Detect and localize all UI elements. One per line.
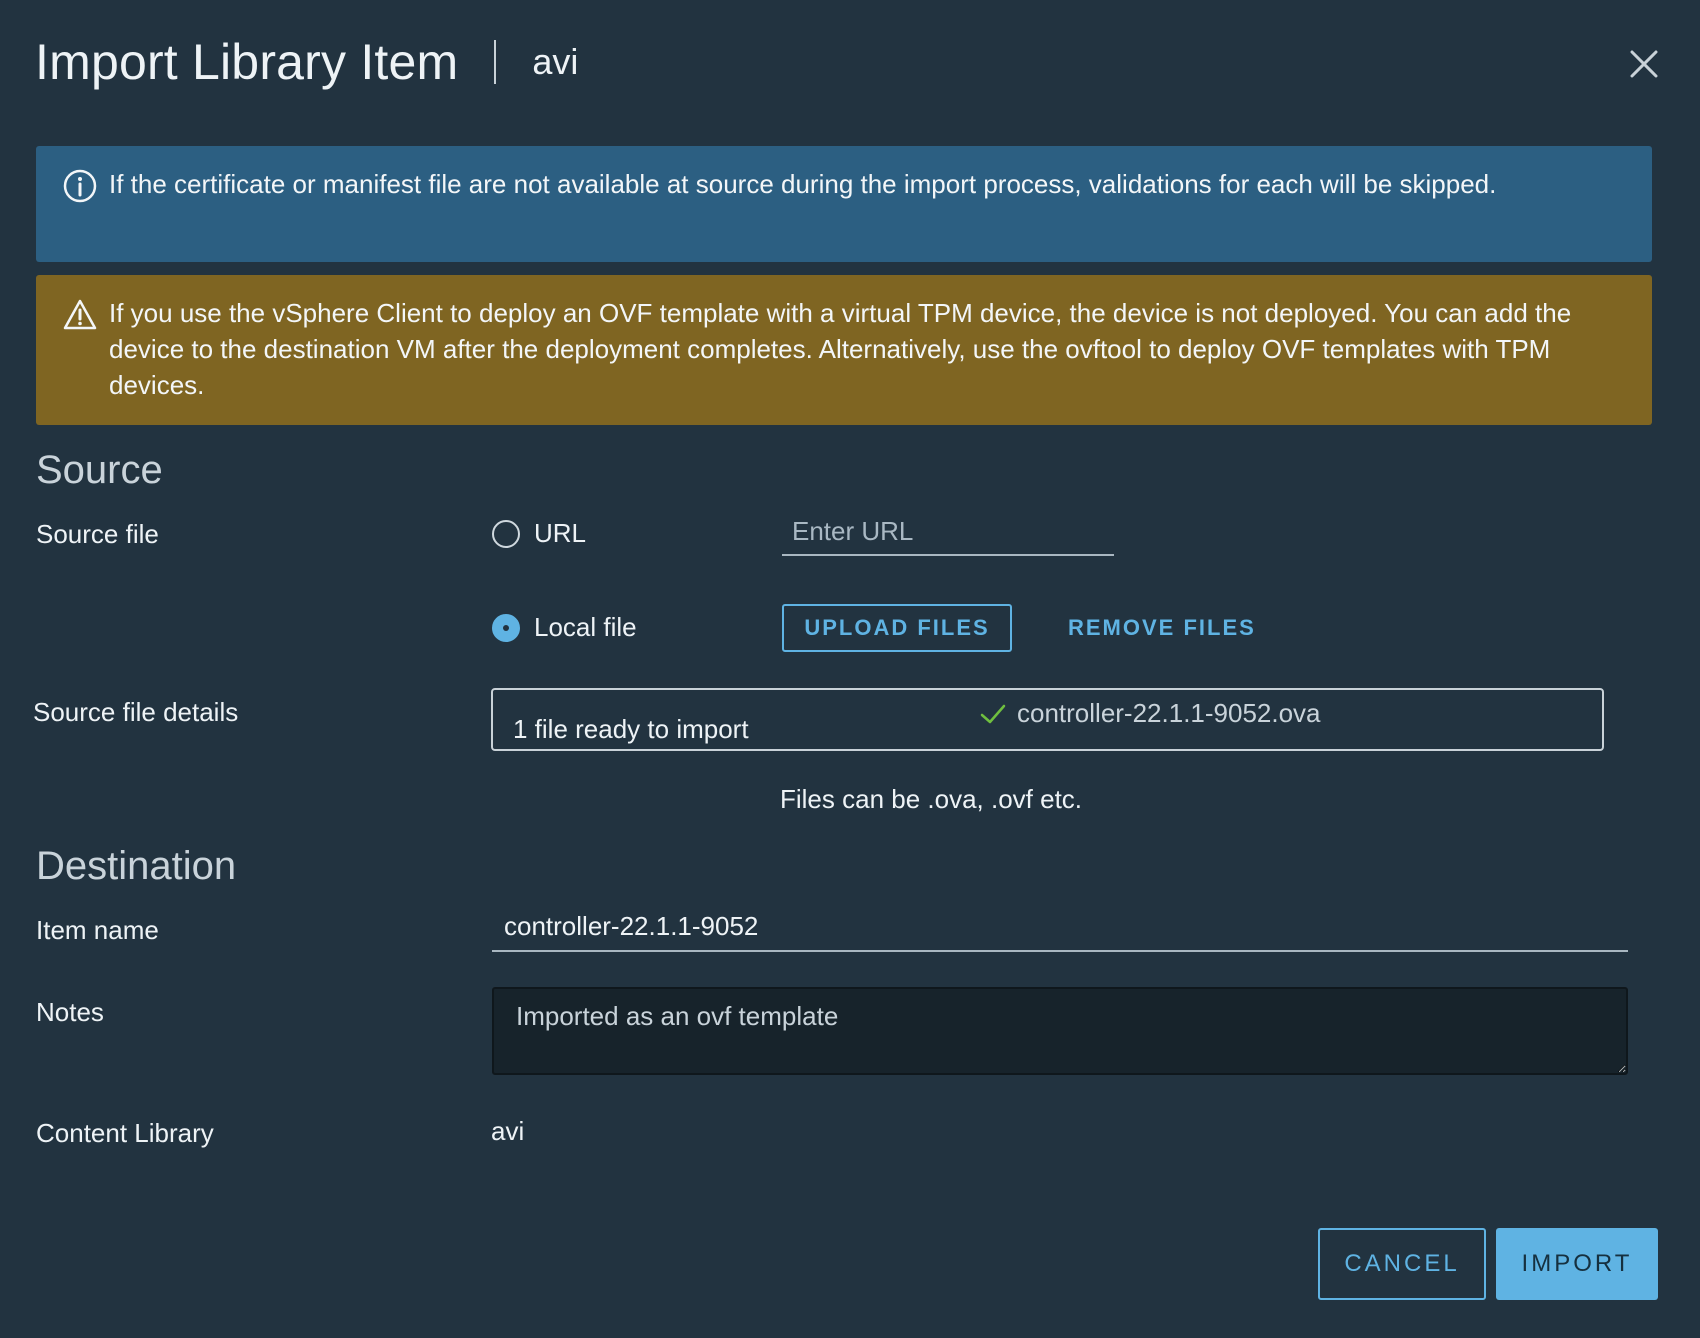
warning-alert: If you use the vSphere Client to deploy … — [36, 275, 1652, 425]
file-name: controller-22.1.1-9052.ova — [1017, 698, 1321, 728]
local-file-radio[interactable] — [492, 613, 520, 642]
warning-alert-text: If you use the vSphere Client to deploy … — [109, 298, 1572, 400]
title-divider — [494, 40, 497, 84]
notes-textarea[interactable]: Imported as an ovf template — [492, 987, 1628, 1075]
local-file-radio-label: Local file — [534, 612, 637, 642]
upload-files-button[interactable]: UPLOAD FILES — [782, 604, 1012, 652]
check-icon — [980, 704, 1006, 723]
source-file-details-label: Source file details — [33, 697, 239, 727]
url-radio-label: URL — [534, 518, 587, 548]
item-name-input[interactable] — [492, 902, 1628, 952]
info-circle-icon — [63, 169, 97, 203]
file-status-text: 1 file ready to import — [513, 714, 749, 744]
info-alert: If the certificate or manifest file are … — [36, 146, 1652, 262]
import-button[interactable]: IMPORT — [1496, 1228, 1658, 1300]
warning-triangle-icon — [63, 299, 97, 330]
info-alert-text: If the certificate or manifest file are … — [109, 169, 1497, 199]
local-file-radio-option[interactable]: Local file — [492, 612, 637, 643]
url-radio-option[interactable]: URL — [492, 518, 586, 549]
file-list-item: controller-22.1.1-9052.ova — [979, 698, 1321, 729]
file-type-hint: Files can be .ova, .ovf etc. — [780, 784, 1083, 814]
cancel-button[interactable]: CANCEL — [1318, 1228, 1486, 1300]
notes-label: Notes — [36, 997, 104, 1027]
url-radio[interactable] — [492, 519, 520, 548]
dialog-subtitle: avi — [532, 41, 579, 82]
source-section-title: Source — [36, 448, 163, 492]
import-library-item-dialog: Import Library Item avi If the certifica… — [0, 0, 1700, 1338]
url-input[interactable] — [782, 508, 1114, 556]
dialog-header: Import Library Item avi — [35, 22, 578, 102]
close-button[interactable] — [1624, 44, 1664, 84]
content-library-label: Content Library — [36, 1118, 214, 1148]
source-file-details-box: 1 file ready to import controller-22.1.1… — [491, 688, 1604, 751]
remove-files-button[interactable]: REMOVE FILES — [1056, 604, 1268, 652]
destination-section-title: Destination — [36, 844, 237, 888]
dialog-title: Import Library Item — [35, 34, 459, 90]
content-library-value: avi — [491, 1116, 525, 1146]
item-name-label: Item name — [36, 915, 159, 945]
source-file-label: Source file — [36, 519, 159, 549]
close-icon — [1630, 50, 1658, 78]
